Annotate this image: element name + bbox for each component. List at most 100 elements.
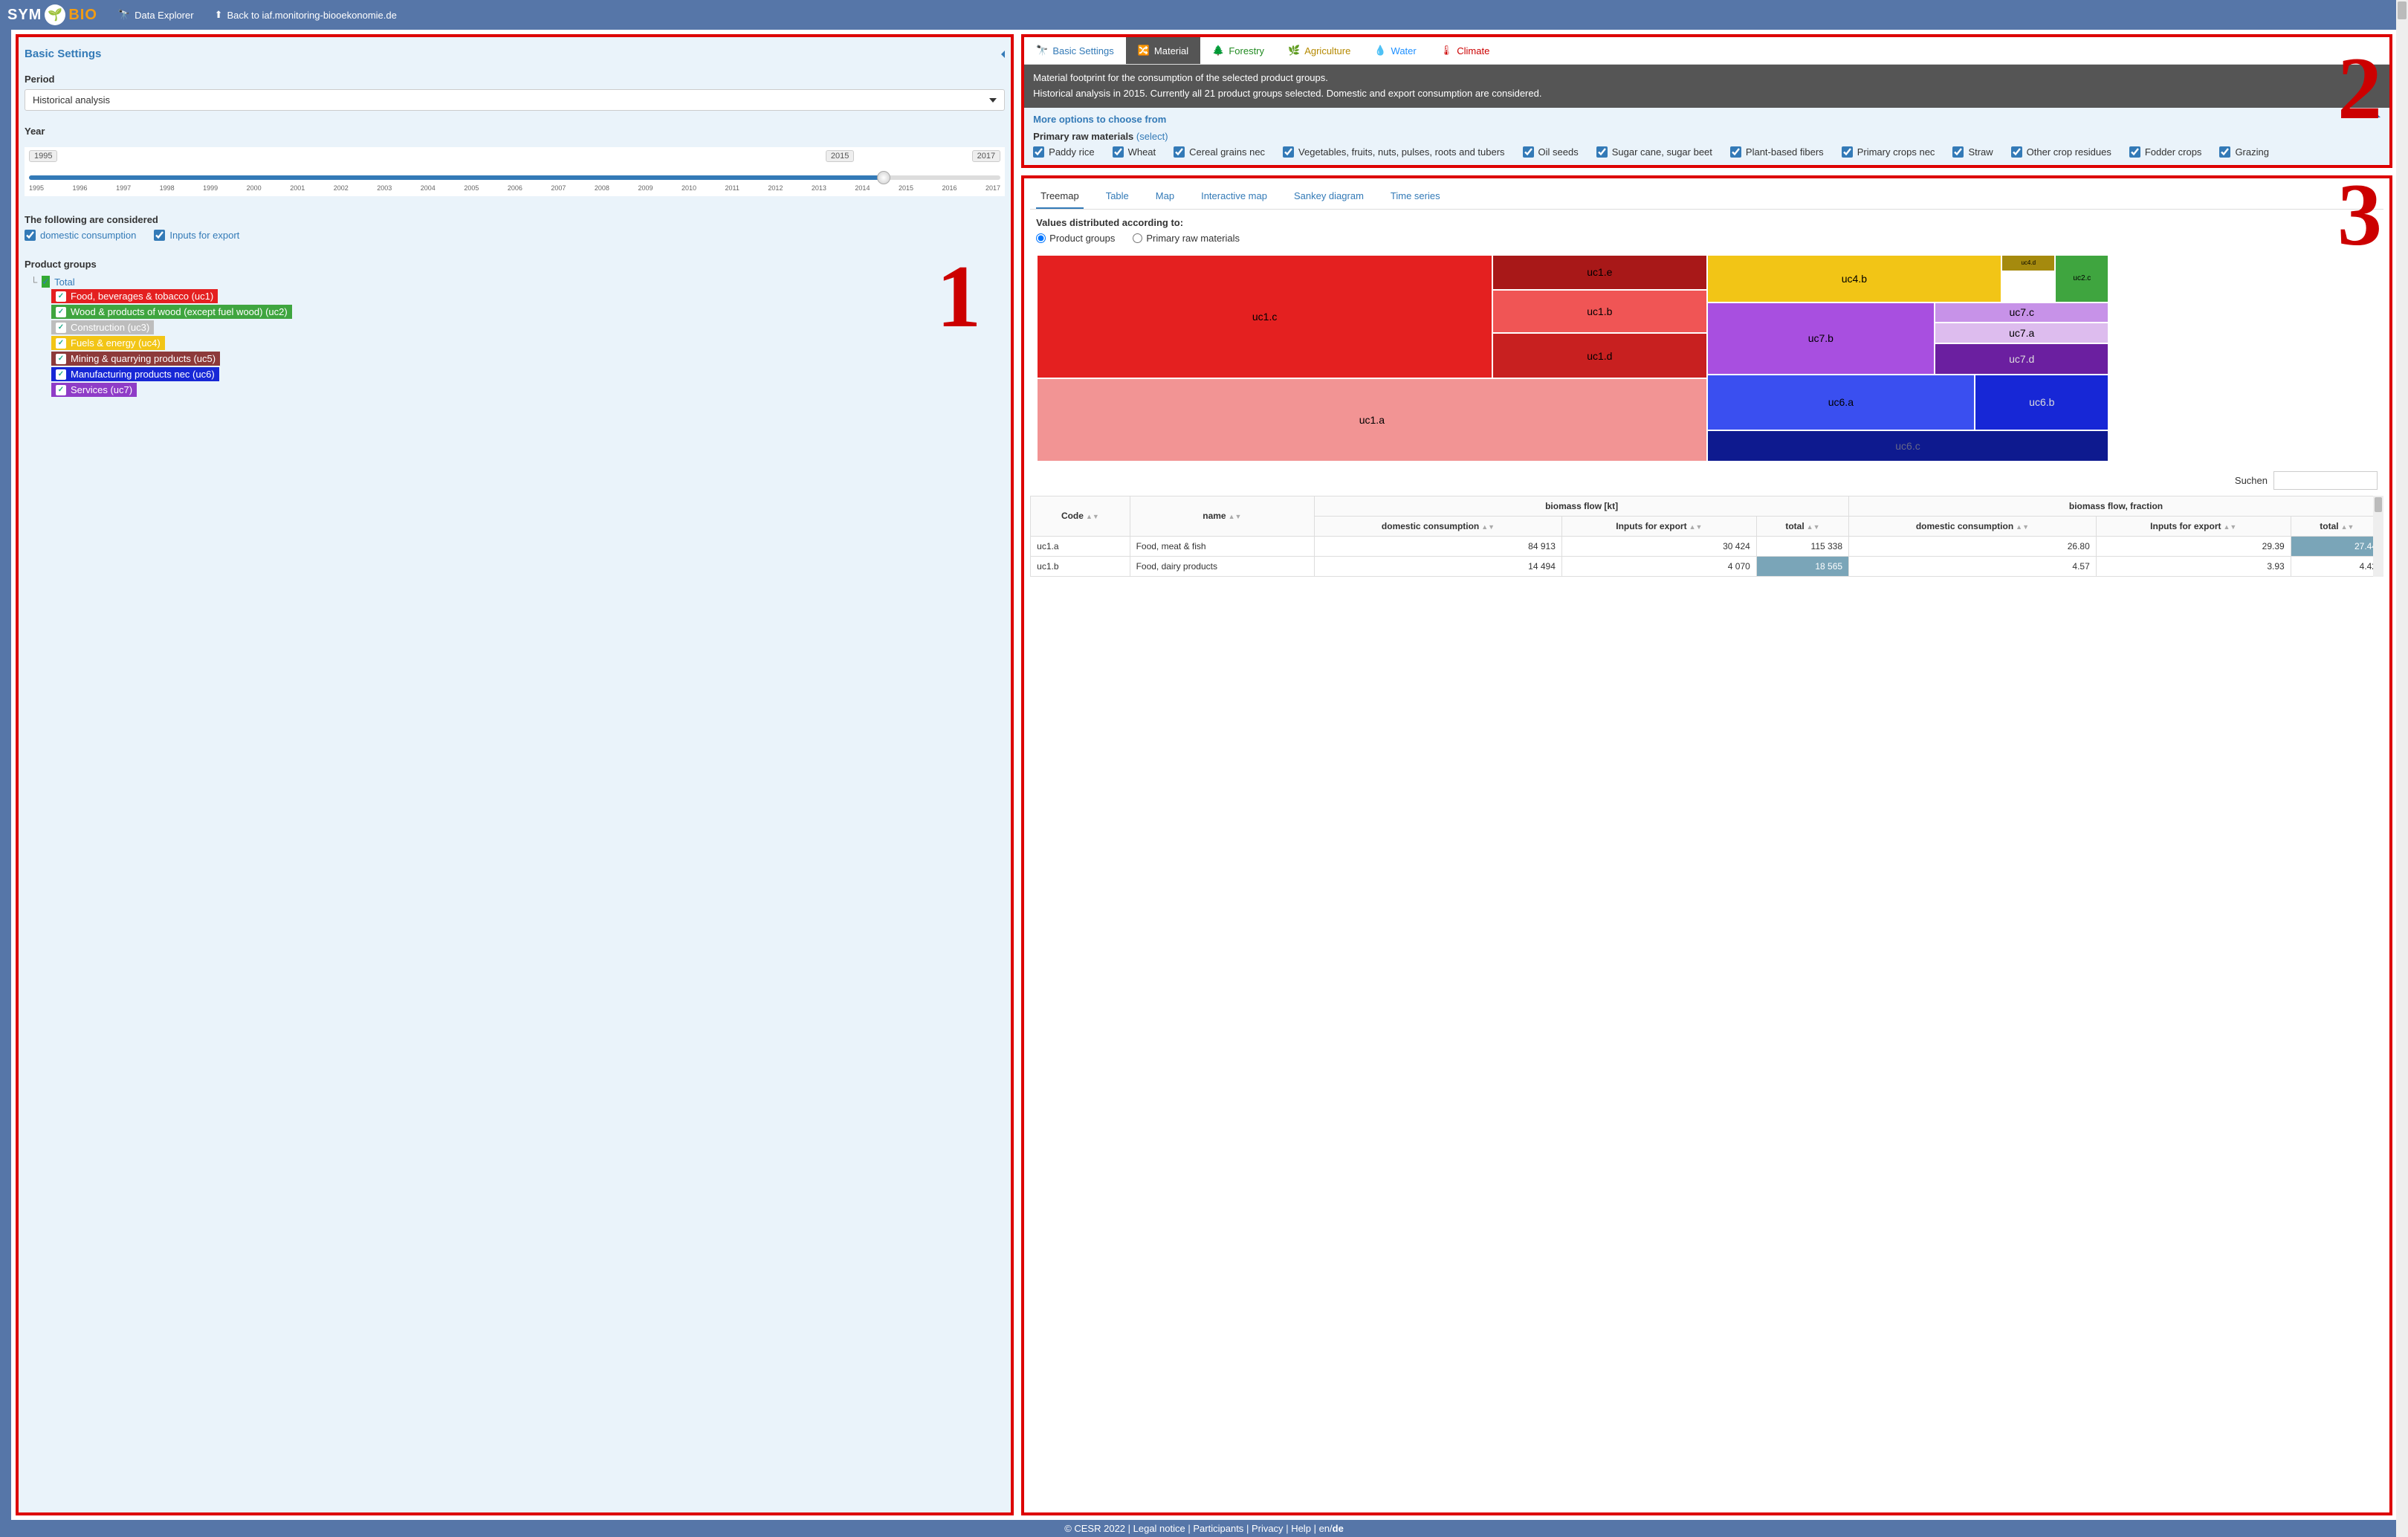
cb-material[interactable]: Paddy rice xyxy=(1033,146,1094,158)
tab-icon: 🔀 xyxy=(1138,45,1150,56)
footer-lang-en[interactable]: en/ xyxy=(1319,1523,1333,1534)
year-max-badge: 2017 xyxy=(972,150,1000,162)
tm-uc1c[interactable]: uc1.c xyxy=(1037,255,1492,379)
tm-uc4b[interactable]: uc4.b xyxy=(1707,255,2002,302)
cb-material[interactable]: Plant-based fibers xyxy=(1730,146,1824,158)
more-options-toggle[interactable]: More options to choose from xyxy=(1024,108,2389,131)
cb-material[interactable]: Other crop residues xyxy=(2011,146,2111,158)
footer-legal[interactable]: Legal notice xyxy=(1133,1523,1185,1534)
tab-climate[interactable]: 🌡Climate xyxy=(1428,37,1502,64)
tm-uc1b[interactable]: uc1.b xyxy=(1492,290,1706,333)
tree-root[interactable]: └✓Total xyxy=(30,276,1005,288)
treemap-chart[interactable]: uc1.c uc1.a uc1.e uc1.b uc1.d uc4.b uc4.… xyxy=(1036,254,2378,462)
tree-node[interactable]: ✓Fuels & energy (uc4) xyxy=(51,336,165,350)
viz-tab-interactive-map[interactable]: Interactive map xyxy=(1197,184,1272,209)
year-min-badge: 1995 xyxy=(29,150,57,162)
raw-select-link[interactable]: (select) xyxy=(1136,131,1168,142)
cb-material[interactable]: Straw xyxy=(1952,146,1993,158)
col-ie2[interactable]: Inputs for export▲▼ xyxy=(2096,516,2291,536)
topbar: SYM 🌱 BIO 🔭 Data Explorer ⬆ Back to iaf.… xyxy=(0,0,2408,30)
tm-uc6b[interactable]: uc6.b xyxy=(1975,375,2108,430)
table-scrollbar[interactable] xyxy=(2373,496,2383,577)
nav-back-link[interactable]: ⬆ Back to iaf.monitoring-biooekonomie.de xyxy=(215,9,397,21)
tab-water[interactable]: 💧Water xyxy=(1362,37,1428,64)
table-row[interactable]: uc1.aFood, meat & fish84 91330 424115 33… xyxy=(1031,536,2383,556)
col-name[interactable]: name▲▼ xyxy=(1130,496,1315,536)
tree-node[interactable]: ✓Construction (uc3) xyxy=(51,320,154,334)
indicator-tabs: 🔭Basic Settings🔀Material🌲Forestry🌿Agricu… xyxy=(1024,37,2389,65)
col-dc1[interactable]: domestic consumption▲▼ xyxy=(1315,516,1562,536)
chevron-down-icon xyxy=(989,98,997,103)
data-table: Code▲▼ name▲▼ biomass flow [kt] biomass … xyxy=(1030,496,2383,577)
tree-node[interactable]: ✓Food, beverages & tobacco (uc1) xyxy=(51,289,218,303)
radio-primary-raw[interactable]: Primary raw materials xyxy=(1133,233,1240,244)
footer-participants[interactable]: Participants xyxy=(1193,1523,1243,1534)
tm-uc7a[interactable]: uc7.a xyxy=(1935,323,2108,343)
tree-node[interactable]: ✓Mining & quarrying products (uc5) xyxy=(51,352,220,366)
raw-materials-heading: Primary raw materials (select) xyxy=(1033,131,2381,142)
tab-forestry[interactable]: 🌲Forestry xyxy=(1200,37,1276,64)
year-value-badge: 2015 xyxy=(826,150,854,162)
brand-bio: BIO xyxy=(68,7,97,24)
footer-help[interactable]: Help xyxy=(1291,1523,1311,1534)
year-slider[interactable] xyxy=(29,175,1000,180)
tm-uc2c[interactable]: uc2.c xyxy=(2055,255,2108,302)
tree-node[interactable]: ✓Services (uc7) xyxy=(51,383,137,397)
cb-material[interactable]: Wheat xyxy=(1113,146,1156,158)
viz-tab-table[interactable]: Table xyxy=(1101,184,1133,209)
tab-basic-settings[interactable]: 🔭Basic Settings xyxy=(1024,37,1126,64)
tm-uc7d[interactable]: uc7.d xyxy=(1935,343,2108,375)
tree-node[interactable]: ✓Wood & products of wood (except fuel wo… xyxy=(51,305,292,319)
year-slider-thumb[interactable] xyxy=(877,171,890,184)
product-groups-heading: Product groups xyxy=(25,259,1005,270)
tab-material[interactable]: 🔀Material xyxy=(1126,37,1200,64)
col-ie1[interactable]: Inputs for export▲▼ xyxy=(1561,516,1756,536)
tm-uc1e[interactable]: uc1.e xyxy=(1492,255,1706,290)
colgroup-biomass-flow: biomass flow [kt] xyxy=(1315,496,1849,516)
cb-material[interactable]: Grazing xyxy=(2219,146,2269,158)
tm-uc6c[interactable]: uc6.c xyxy=(1707,430,2109,462)
col-dc2[interactable]: domestic consumption▲▼ xyxy=(1849,516,2097,536)
cb-material[interactable]: Sugar cane, sugar beet xyxy=(1596,146,1712,158)
tm-uc1a[interactable]: uc1.a xyxy=(1037,378,1706,461)
viz-tab-map[interactable]: Map xyxy=(1151,184,1179,209)
viz-tab-treemap[interactable]: Treemap xyxy=(1036,184,1084,209)
cb-material[interactable]: Fodder crops xyxy=(2129,146,2202,158)
col-tot2[interactable]: total▲▼ xyxy=(2291,516,2383,536)
footer-lang-de[interactable]: de xyxy=(1333,1523,1344,1534)
upload-icon: ⬆ xyxy=(215,9,223,21)
page-scrollbar[interactable] xyxy=(2396,0,2408,1537)
period-label: Period xyxy=(25,74,1005,85)
tm-uc7b[interactable]: uc7.b xyxy=(1707,302,1935,375)
basic-settings-header[interactable]: Basic Settings xyxy=(25,43,1005,68)
radio-product-groups[interactable]: Product groups xyxy=(1036,233,1115,244)
cb-material[interactable]: Cereal grains nec xyxy=(1174,146,1265,158)
viz-tab-time-series[interactable]: Time series xyxy=(1386,184,1445,209)
table-row[interactable]: uc1.bFood, dairy products14 4944 07018 5… xyxy=(1031,556,2383,576)
nav-data-explorer[interactable]: 🔭 Data Explorer xyxy=(118,9,194,21)
collapse-left-icon[interactable] xyxy=(1001,51,1005,58)
period-select[interactable]: Historical analysis xyxy=(25,89,1005,111)
cb-domestic-consumption[interactable]: domestic consumption xyxy=(25,230,136,241)
considered-heading: The following are considered xyxy=(25,214,1005,225)
search-input[interactable] xyxy=(2273,471,2378,490)
panel-material-options: 2 🔭Basic Settings🔀Material🌲Forestry🌿Agri… xyxy=(1021,34,2392,168)
product-group-tree: └✓Total✓Food, beverages & tobacco (uc1) ✓… xyxy=(25,276,1005,397)
tm-uc1d[interactable]: uc1.d xyxy=(1492,333,1706,378)
annotation-3: 3 xyxy=(2337,164,2382,266)
col-code[interactable]: Code▲▼ xyxy=(1031,496,1130,536)
tree-node[interactable]: ✓Manufacturing products nec (uc6) xyxy=(51,367,219,381)
cb-material[interactable]: Primary crops nec xyxy=(1842,146,1935,158)
tm-uc4d[interactable]: uc4.d xyxy=(2001,255,2055,271)
viz-tab-sankey-diagram[interactable]: Sankey diagram xyxy=(1289,184,1368,209)
cb-material[interactable]: Vegetables, fruits, nuts, pulses, roots … xyxy=(1283,146,1505,158)
tm-uc6a[interactable]: uc6.a xyxy=(1707,375,1975,430)
tm-uc7c[interactable]: uc7.c xyxy=(1935,302,2108,323)
distribution-heading: Values distributed according to: xyxy=(1036,217,2378,228)
cb-inputs-for-export[interactable]: Inputs for export xyxy=(154,230,239,241)
cb-material[interactable]: Oil seeds xyxy=(1523,146,1579,158)
footer-privacy[interactable]: Privacy xyxy=(1252,1523,1284,1534)
col-tot1[interactable]: total▲▼ xyxy=(1756,516,1848,536)
tab-agriculture[interactable]: 🌿Agriculture xyxy=(1276,37,1362,64)
raw-materials-checkboxes: Paddy rice Wheat Cereal grains nec Vegetabl… xyxy=(1033,146,2381,158)
